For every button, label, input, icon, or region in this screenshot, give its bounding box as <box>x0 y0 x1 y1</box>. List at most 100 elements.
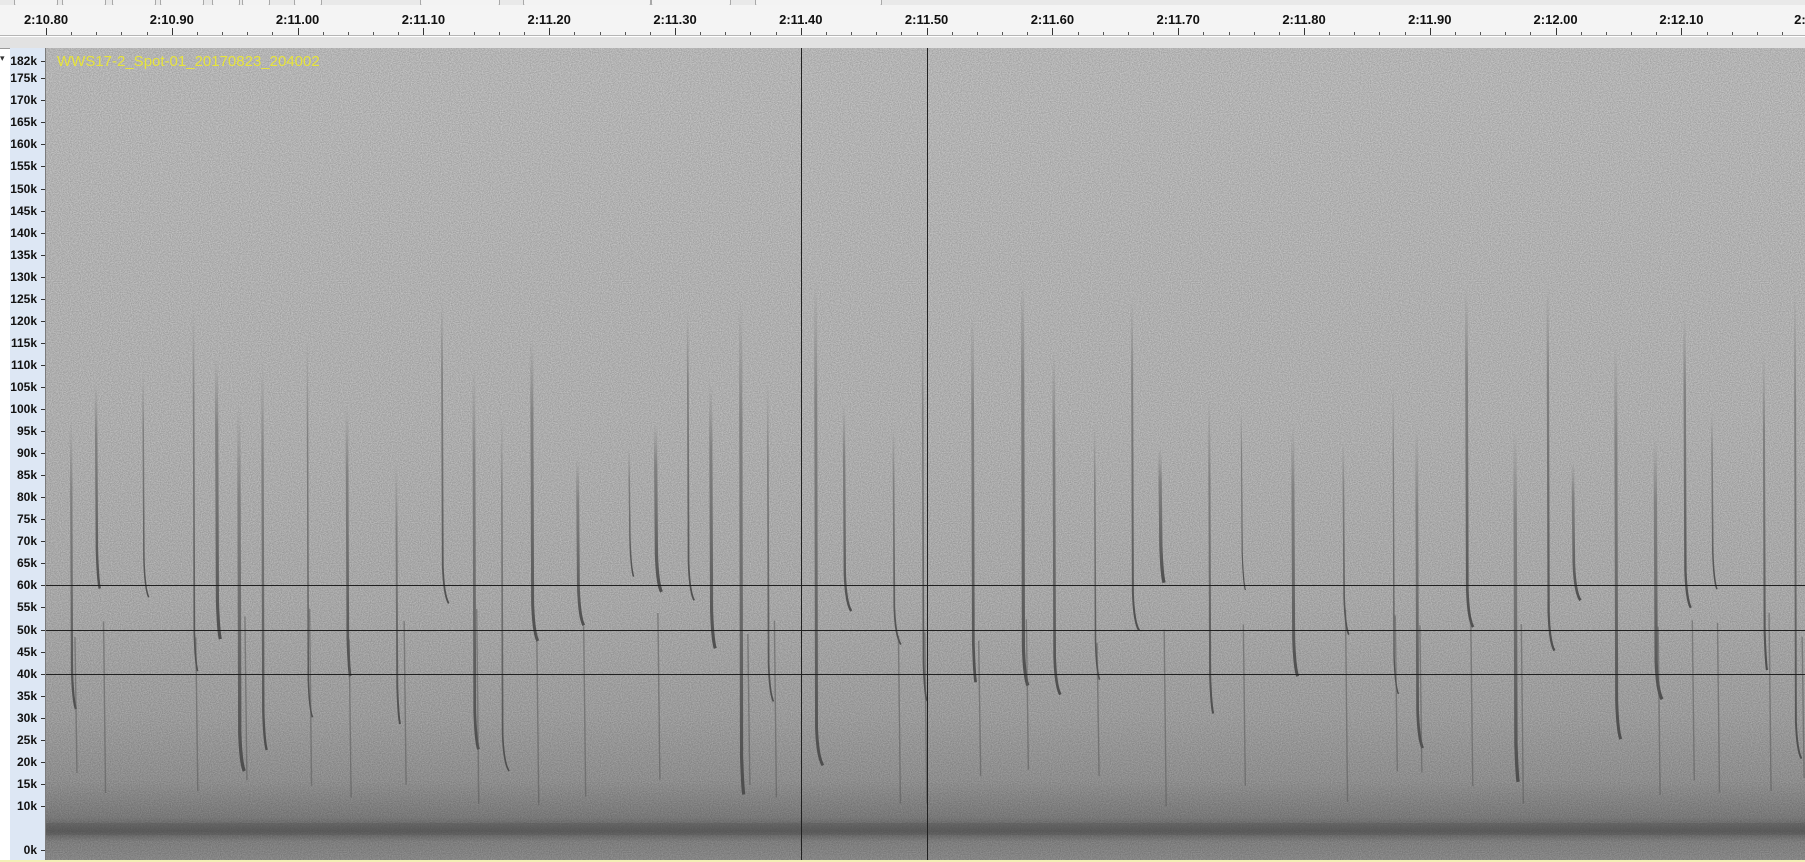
frequency-tick <box>41 453 45 455</box>
frequency-tick <box>41 386 45 388</box>
frequency-label: 40k <box>16 666 37 681</box>
frequency-label: 130k <box>10 269 37 284</box>
timeline-tick-label: 2:11.70 <box>1156 12 1200 27</box>
frequency-tick <box>41 320 45 322</box>
timeline-ruler[interactable]: 2:10.80 2:10.90 2:11.00 2:11.10 2:11.20 2:11.… <box>0 5 1805 36</box>
frequency-tick <box>41 61 45 62</box>
timeline-minor-tick <box>901 32 903 35</box>
frequency-label: 55k <box>16 600 37 615</box>
frequency-marker-line[interactable] <box>46 585 1805 587</box>
frequency-tick <box>41 364 45 366</box>
timeline-minor-tick <box>196 32 198 35</box>
frequency-label: 10k <box>16 798 37 813</box>
timeline-minor-tick <box>750 32 752 35</box>
timeline-minor-tick <box>574 32 576 35</box>
frequency-label: 165k <box>10 115 37 130</box>
timeline-minor-tick <box>448 32 450 35</box>
timeline-minor-tick <box>398 32 400 35</box>
timeline-minor-tick <box>876 32 878 35</box>
spectrogram-image <box>46 48 1805 862</box>
timeline-tick-label: 2:11.30 <box>653 12 697 27</box>
timeline-minor-tick <box>1480 32 1482 35</box>
timeline-minor-tick <box>498 32 500 35</box>
frequency-tick <box>41 585 45 587</box>
timeline-tick-label: 2:11.60 <box>1030 12 1075 27</box>
track-collapse-icon[interactable]: ▾ <box>0 54 9 63</box>
frequency-tick <box>41 629 45 631</box>
timeline-minor-tick <box>71 32 73 35</box>
frequency-label: 85k <box>16 468 37 483</box>
frequency-label: 20k <box>16 754 37 769</box>
frequency-tick <box>41 210 45 212</box>
timeline-minor-tick <box>473 32 475 35</box>
timeline-minor-tick <box>322 32 324 35</box>
frequency-label: 160k <box>10 137 37 152</box>
frequency-tick <box>41 739 45 741</box>
frequency-label: 60k <box>16 578 37 593</box>
timeline-minor-tick <box>599 32 601 35</box>
timeline-tick-label: 2:10.80 <box>23 12 69 27</box>
timeline-tick-label: 2:11.90 <box>1408 12 1452 27</box>
timeline-minor-tick <box>1631 32 1633 35</box>
frequency-tick <box>41 166 45 168</box>
frequency-label: 65k <box>16 556 37 571</box>
frequency-label: 35k <box>16 688 37 703</box>
frequency-marker-line[interactable] <box>46 673 1805 675</box>
timeline-major-tick <box>171 28 173 35</box>
spectrogram-view[interactable]: WWS17-2_Spot-01_20170823_204002 <box>46 48 1805 862</box>
timeline-major-tick <box>800 28 802 35</box>
timeline-minor-tick <box>1505 32 1507 35</box>
frequency-tick <box>41 805 45 807</box>
timeline-minor-tick <box>146 32 148 35</box>
frequency-label: 120k <box>10 313 37 328</box>
timeline-minor-tick <box>1203 32 1205 35</box>
timeline-minor-tick <box>1530 32 1532 35</box>
timeline-minor-tick <box>524 32 526 35</box>
timeline-minor-tick <box>624 32 626 35</box>
frequency-tick <box>41 276 45 278</box>
timeline-major-tick <box>926 28 928 35</box>
frequency-label: 155k <box>10 159 37 174</box>
timeline-tick-label: 2:10.90 <box>149 12 194 27</box>
frequency-label: 150k <box>10 181 37 196</box>
timeline-minor-tick <box>373 32 375 35</box>
timeline-major-tick <box>46 28 47 35</box>
timeline-minor-tick <box>272 32 274 35</box>
timeline-minor-tick <box>1454 32 1456 35</box>
timeline-tick-label: 2:11.10 <box>401 12 446 27</box>
frequency-tick <box>41 519 45 521</box>
timeline-minor-tick <box>121 32 123 35</box>
timeline-minor-tick <box>347 32 349 35</box>
timeline-tick-label: 2:11.50 <box>904 12 949 27</box>
timeline-minor-tick <box>725 32 727 35</box>
timeline-minor-tick <box>700 32 702 35</box>
frequency-tick <box>41 850 45 851</box>
timeline-minor-tick <box>1656 32 1658 35</box>
frequency-axis[interactable]: 182k 175k 170k 165k 160k 155k 150k 145k 140k 135k… <box>10 48 46 862</box>
frequency-label: 80k <box>16 490 37 505</box>
timeline-minor-tick <box>1379 32 1381 35</box>
frequency-label: 182k <box>10 54 37 68</box>
low-frequency-noise-band <box>46 823 1805 835</box>
frequency-label: 100k <box>10 402 37 416</box>
frequency-label: 15k <box>16 776 37 791</box>
timeline-minor-tick <box>1127 32 1129 35</box>
frequency-tick <box>41 78 45 80</box>
frequency-label: 140k <box>10 225 37 240</box>
timeline-minor-tick <box>649 32 651 35</box>
timeline-minor-tick <box>1706 32 1708 35</box>
frequency-tick <box>41 717 45 719</box>
timeline-minor-tick <box>775 32 777 35</box>
time-marker-line[interactable] <box>800 48 802 862</box>
timeline-major-tick <box>549 28 551 35</box>
time-marker-line[interactable] <box>926 48 928 862</box>
frequency-tick <box>41 651 45 653</box>
timeline-minor-tick <box>1731 32 1733 35</box>
frequency-label: 105k <box>10 379 37 394</box>
timeline-tick-label: 2:11.80 <box>1282 12 1326 27</box>
timeline-minor-tick <box>825 32 827 35</box>
timeline-tick-label: 2:12.10 <box>1659 12 1704 27</box>
frequency-tick <box>41 431 45 433</box>
frequency-marker-line[interactable] <box>46 629 1805 631</box>
timeline-tick-label: 2:11.20 <box>527 12 571 27</box>
